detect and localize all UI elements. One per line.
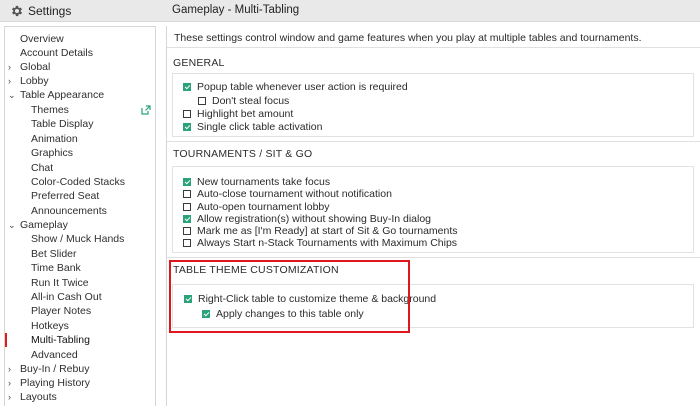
section-general: Popup table whenever user action is requ…	[172, 73, 694, 137]
active-marker	[5, 333, 7, 347]
chevron-right-icon: ›	[8, 364, 11, 374]
chevron-right-icon: ›	[8, 378, 11, 388]
sidebar-item-themes[interactable]: Themes	[5, 103, 155, 117]
divider	[167, 47, 700, 48]
section-title-theme: TABLE THEME CUSTOMIZATION	[173, 264, 339, 276]
section-title-general: GENERAL	[173, 57, 225, 69]
settings-label: Settings	[28, 4, 72, 18]
chevron-right-icon: ›	[8, 392, 11, 402]
chevron-down-icon: ⌄	[8, 220, 16, 230]
sidebar-item-hotkeys[interactable]: Hotkeys	[5, 319, 155, 333]
section-theme: Right-Click table to customize theme & b…	[172, 284, 694, 328]
checkbox-checked[interactable]	[184, 294, 192, 303]
option-popup-table[interactable]: Popup table whenever user action is requ…	[183, 80, 408, 93]
checkbox-checked[interactable]	[183, 177, 191, 186]
sidebar-item-run-it-twice[interactable]: Run It Twice	[5, 276, 155, 290]
title-bar: Settings Gameplay - Multi-Tabling	[0, 0, 700, 22]
checkbox-checked[interactable]	[202, 309, 210, 318]
intro-text: These settings control window and game f…	[174, 32, 642, 44]
option-right-click-customize[interactable]: Right-Click table to customize theme & b…	[184, 292, 436, 305]
checkbox-unchecked[interactable]	[198, 96, 206, 105]
page-title: Gameplay - Multi-Tabling	[172, 4, 300, 16]
sidebar-item-multi-tabling[interactable]: Multi-Tabling	[5, 333, 155, 347]
sidebar-item-preferred-seat[interactable]: Preferred Seat	[5, 189, 155, 203]
option-auto-close-tournament[interactable]: Auto-close tournament without notificati…	[183, 187, 392, 200]
external-link-icon[interactable]	[141, 105, 151, 115]
sidebar-item-advanced[interactable]: Advanced	[5, 348, 155, 362]
sidebar-item-show-muck-hands[interactable]: Show / Muck Hands	[5, 232, 155, 246]
sidebar-item-graphics[interactable]: Graphics	[5, 146, 155, 160]
sidebar-item-overview[interactable]: Overview	[5, 32, 155, 46]
sidebar-item-account-details[interactable]: Account Details	[5, 46, 155, 60]
sidebar-item-gameplay[interactable]: ⌄ Gameplay	[5, 218, 155, 232]
checkbox-unchecked[interactable]	[183, 202, 191, 211]
checkbox-unchecked[interactable]	[183, 189, 191, 198]
settings-content: These settings control window and game f…	[166, 26, 700, 406]
option-max-chips[interactable]: Always Start n-Stack Tournaments with Ma…	[183, 236, 457, 249]
section-tournaments: New tournaments take focus Auto-close to…	[172, 166, 694, 253]
checkbox-unchecked[interactable]	[183, 109, 191, 118]
sidebar-item-playing-history[interactable]: › Playing History	[5, 376, 155, 390]
divider	[167, 257, 700, 258]
checkbox-unchecked[interactable]	[183, 238, 191, 247]
settings-heading: Settings	[10, 3, 71, 19]
checkbox-checked[interactable]	[183, 122, 191, 131]
sidebar-item-all-in-cash-out[interactable]: All-in Cash Out	[5, 290, 155, 304]
option-single-click-activation[interactable]: Single click table activation	[183, 120, 322, 133]
option-apply-this-table[interactable]: Apply changes to this table only	[202, 307, 364, 320]
sidebar-item-bet-slider[interactable]: Bet Slider	[5, 247, 155, 261]
checkbox-checked[interactable]	[183, 214, 191, 223]
chevron-down-icon: ⌄	[8, 90, 16, 100]
sidebar-item-time-bank[interactable]: Time Bank	[5, 261, 155, 275]
checkbox-unchecked[interactable]	[183, 226, 191, 235]
sidebar-item-announcements[interactable]: Announcements	[5, 204, 155, 218]
sidebar-item-table-appearance[interactable]: ⌄ Table Appearance	[5, 88, 155, 102]
chevron-right-icon: ›	[8, 62, 11, 72]
checkbox-checked[interactable]	[183, 82, 191, 91]
sidebar-item-layouts[interactable]: › Layouts	[5, 390, 155, 404]
settings-sidebar: Overview Account Details › Global › Lobby …	[4, 26, 156, 406]
gear-icon	[11, 5, 23, 17]
sidebar-item-chat[interactable]: Chat	[5, 161, 155, 175]
chevron-right-icon: ›	[8, 76, 11, 86]
sidebar-item-lobby[interactable]: › Lobby	[5, 74, 155, 88]
sidebar-item-table-display[interactable]: Table Display	[5, 117, 155, 131]
sidebar-item-global[interactable]: › Global	[5, 60, 155, 74]
sidebar-item-color-coded-stacks[interactable]: Color-Coded Stacks	[5, 175, 155, 189]
divider	[167, 141, 700, 142]
sidebar-item-buy-in-rebuy[interactable]: › Buy-In / Rebuy	[5, 362, 155, 376]
section-title-tournaments: TOURNAMENTS / SIT & GO	[173, 148, 313, 160]
sidebar-item-player-notes[interactable]: Player Notes	[5, 304, 155, 318]
sidebar-item-animation[interactable]: Animation	[5, 132, 155, 146]
option-dont-steal-focus[interactable]: Don't steal focus	[198, 94, 289, 107]
option-highlight-bet-amount[interactable]: Highlight bet amount	[183, 107, 293, 120]
